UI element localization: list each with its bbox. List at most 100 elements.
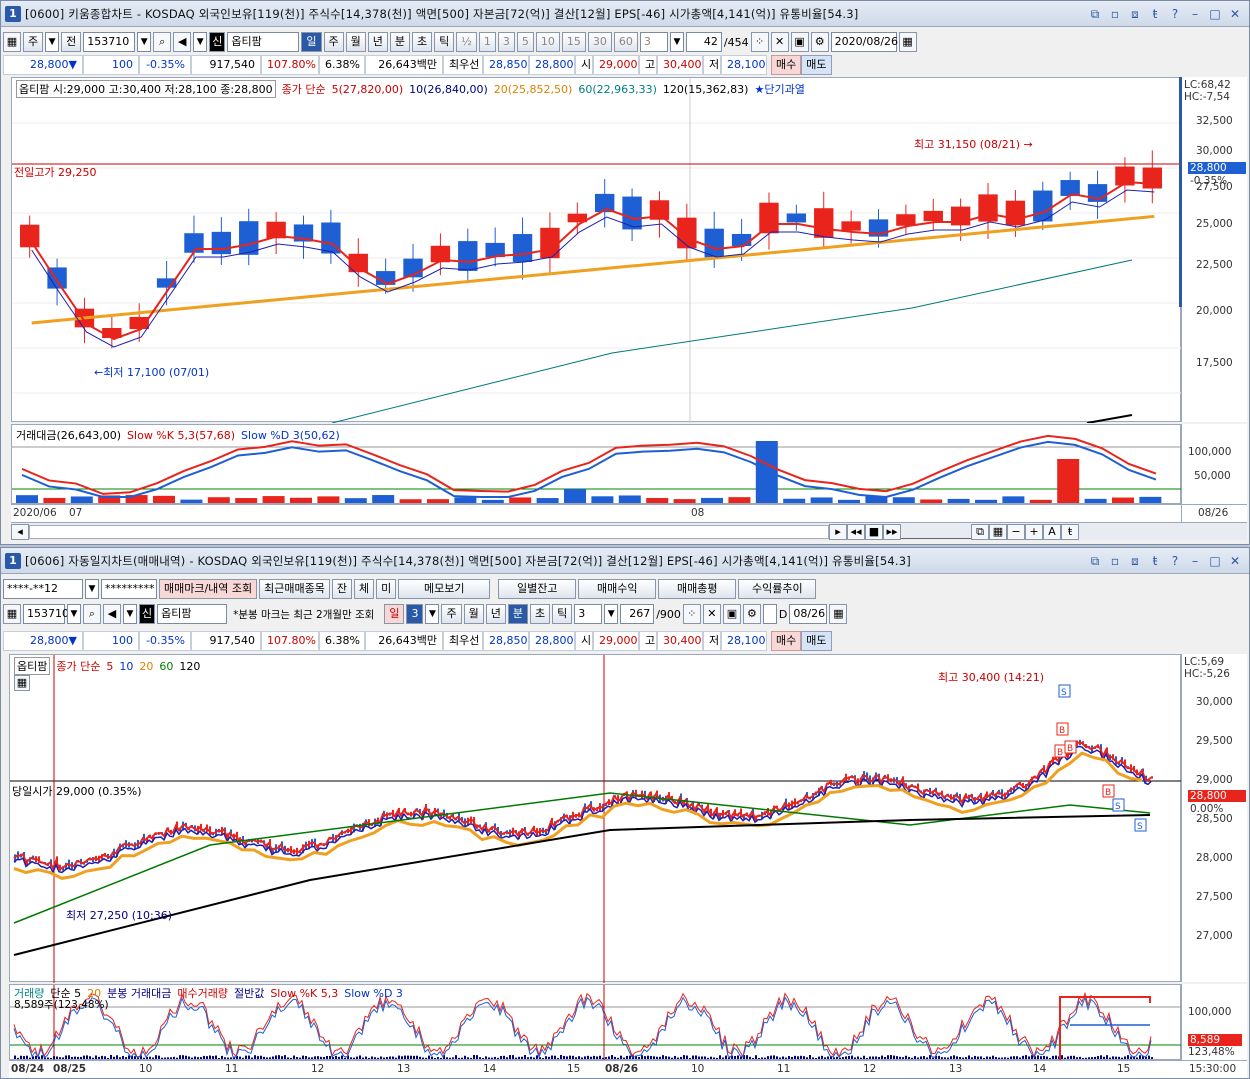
trade-profit-button[interactable]: 매매수익	[578, 579, 657, 599]
zoom-out-icon[interactable]: −	[1007, 523, 1025, 540]
buy-button[interactable]: 매수	[771, 55, 802, 75]
period-button[interactable]: 주	[23, 32, 44, 52]
return-trend-button[interactable]: 수익률추이	[738, 579, 817, 599]
help-icon[interactable]: ?	[1167, 553, 1183, 569]
tab-day[interactable]: 일	[384, 604, 405, 624]
restore-icon[interactable]: ⧈	[1127, 553, 1143, 569]
date-checkbox[interactable]	[762, 604, 777, 624]
save-icon[interactable]: ▣	[790, 32, 809, 52]
save-icon[interactable]: ▣	[722, 604, 741, 624]
pin-icon[interactable]: ▫	[1107, 553, 1123, 569]
tab-tick[interactable]: 틱	[434, 32, 455, 52]
chevron-down-icon[interactable]: ▼	[123, 604, 137, 624]
password-input[interactable]: *********	[101, 579, 157, 599]
tack-icon[interactable]: ŧ	[1147, 553, 1163, 569]
balance-button[interactable]: 잔	[331, 579, 353, 599]
interval-60[interactable]: 60	[613, 32, 638, 52]
pin-icon[interactable]: ▫	[1107, 6, 1123, 22]
calendar-icon[interactable]: ▦	[829, 604, 848, 624]
interval-3[interactable]: 3	[497, 32, 515, 52]
tab-month[interactable]: 월	[463, 604, 484, 624]
scroll-right-icon[interactable]: ▸	[829, 523, 847, 540]
chevron-down-icon[interactable]: ▼	[137, 32, 152, 52]
recent-items-button[interactable]: 최근매매종목	[259, 579, 330, 599]
sub-chart[interactable]: 거래량 단순 5 20 분봉 거래대금 매수거래량 절반값 Slow %K 5,…	[9, 984, 1182, 1061]
grid-icon[interactable]: ▦	[989, 523, 1007, 540]
tab-day[interactable]: 일	[301, 32, 322, 52]
search-icon[interactable]: ⌕	[153, 32, 172, 52]
pin-icon[interactable]: ŧ	[1061, 523, 1079, 540]
legend-stock-name[interactable]: 옵티팜 시:29,000 고:30,400 저:28,100 종:28,800	[16, 80, 276, 98]
day-count[interactable]: 3	[406, 604, 424, 624]
close-icon[interactable]: ✕	[1227, 6, 1243, 22]
executed-button[interactable]: 체	[354, 579, 375, 599]
dots-icon[interactable]: ⁘	[682, 604, 701, 624]
forward-icon[interactable]: ▸▸	[883, 523, 901, 540]
calendar-icon[interactable]: ▦	[898, 32, 917, 52]
account-input[interactable]: ****-**12	[3, 579, 83, 599]
grid-menu-icon[interactable]: ▦	[3, 604, 21, 624]
layout-icon[interactable]: ⧉	[971, 523, 989, 540]
tab-year[interactable]: 년	[367, 32, 388, 52]
chevron-down-icon[interactable]: ▼	[45, 32, 60, 52]
interval-input[interactable]: 3	[574, 604, 603, 624]
tab-second[interactable]: 초	[412, 32, 433, 52]
prev-button[interactable]: 전	[61, 32, 82, 52]
interval-half[interactable]: ½	[456, 32, 477, 52]
memo-button[interactable]: 메모보기	[398, 579, 491, 599]
pending-button[interactable]: 미	[376, 579, 397, 599]
speaker-icon[interactable]: ◀	[173, 32, 192, 52]
date-input[interactable]: 2020/08/26	[830, 32, 898, 52]
restore-icon[interactable]: ⧈	[1127, 6, 1143, 22]
minute-chart[interactable]: SBBBBSS 옵티팜 종가 단순 5 10 20 60 120 ▦ 최고 30…	[9, 654, 1182, 983]
chart-scrollbar[interactable]: ◂ ▸ ◂◂ ■ ▸▸ ⧉ ▦ − + A ŧ	[11, 522, 1247, 540]
stock-name-field[interactable]: 옵티팜	[157, 604, 228, 624]
search-icon[interactable]: ⌕	[83, 604, 101, 624]
zoom-slider[interactable]	[901, 525, 971, 539]
sub-chart[interactable]: 거래대금(26,643,00) Slow %K 5,3(57,68) Slow …	[11, 424, 1182, 504]
grid-menu-icon[interactable]: ▦	[3, 32, 21, 52]
page-count-input[interactable]: 42	[685, 32, 722, 52]
mark-query-button[interactable]: 매매마크/내역 조회	[159, 579, 258, 599]
interval-30[interactable]: 30	[587, 32, 612, 52]
maximize-icon[interactable]: □	[1207, 553, 1223, 569]
sell-button[interactable]: 매도	[801, 55, 832, 75]
font-icon[interactable]: A	[1043, 523, 1061, 540]
stock-code-input[interactable]: 153710	[23, 604, 69, 624]
scroll-indicator[interactable]	[1179, 77, 1182, 307]
tab-month[interactable]: 월	[345, 32, 366, 52]
legend-amount[interactable]: 거래대금(26,643,00)	[16, 427, 121, 443]
zoom-in-icon[interactable]: +	[1025, 523, 1043, 540]
chevron-down-icon[interactable]: ▼	[669, 32, 684, 52]
minimize-icon[interactable]: –	[1187, 553, 1203, 569]
gear-icon[interactable]: ⚙	[742, 604, 761, 624]
dots-icon[interactable]: ⁘	[750, 32, 769, 52]
tools-icon[interactable]: ✕	[770, 32, 789, 52]
interval-5[interactable]: 5	[516, 32, 534, 52]
tools-icon[interactable]: ✕	[702, 604, 721, 624]
link-icon[interactable]: ⧉	[1087, 553, 1103, 569]
daily-balance-button[interactable]: 일별잔고	[498, 579, 577, 599]
page-count-input[interactable]: 267	[620, 604, 655, 624]
scroll-left-icon[interactable]: ◂	[11, 523, 29, 540]
speaker-icon[interactable]: ◀	[103, 604, 121, 624]
buy-button[interactable]: 매수	[771, 631, 802, 651]
chevron-down-icon[interactable]: ▼	[193, 32, 208, 52]
interval-count-input[interactable]: 3	[639, 32, 668, 52]
interval-15[interactable]: 15	[561, 32, 586, 52]
stock-code-input[interactable]: 153710	[83, 32, 136, 52]
chevron-down-icon[interactable]: ▼	[425, 604, 440, 624]
chevron-down-icon[interactable]: ▼	[67, 604, 81, 624]
chevron-down-icon[interactable]: ▼	[85, 579, 99, 599]
help-icon[interactable]: ?	[1167, 6, 1183, 22]
stock-name-field[interactable]: 옵티팜	[227, 32, 300, 52]
minimize-icon[interactable]: –	[1187, 6, 1203, 22]
tab-week[interactable]: 주	[441, 604, 462, 624]
stop-icon[interactable]: ■	[865, 523, 883, 540]
table-icon[interactable]: ▦	[14, 675, 30, 691]
price-chart[interactable]: 옵티팜 시:29,000 고:30,400 저:28,100 종:28,800 …	[11, 77, 1182, 423]
trade-review-button[interactable]: 매매총평	[658, 579, 737, 599]
maximize-icon[interactable]: □	[1207, 6, 1223, 22]
window-titlebar[interactable]: 1 [0606] 자동일지차트(매매내역) - KOSDAQ 외국인보유[119…	[1, 548, 1249, 574]
sell-button[interactable]: 매도	[801, 631, 832, 651]
